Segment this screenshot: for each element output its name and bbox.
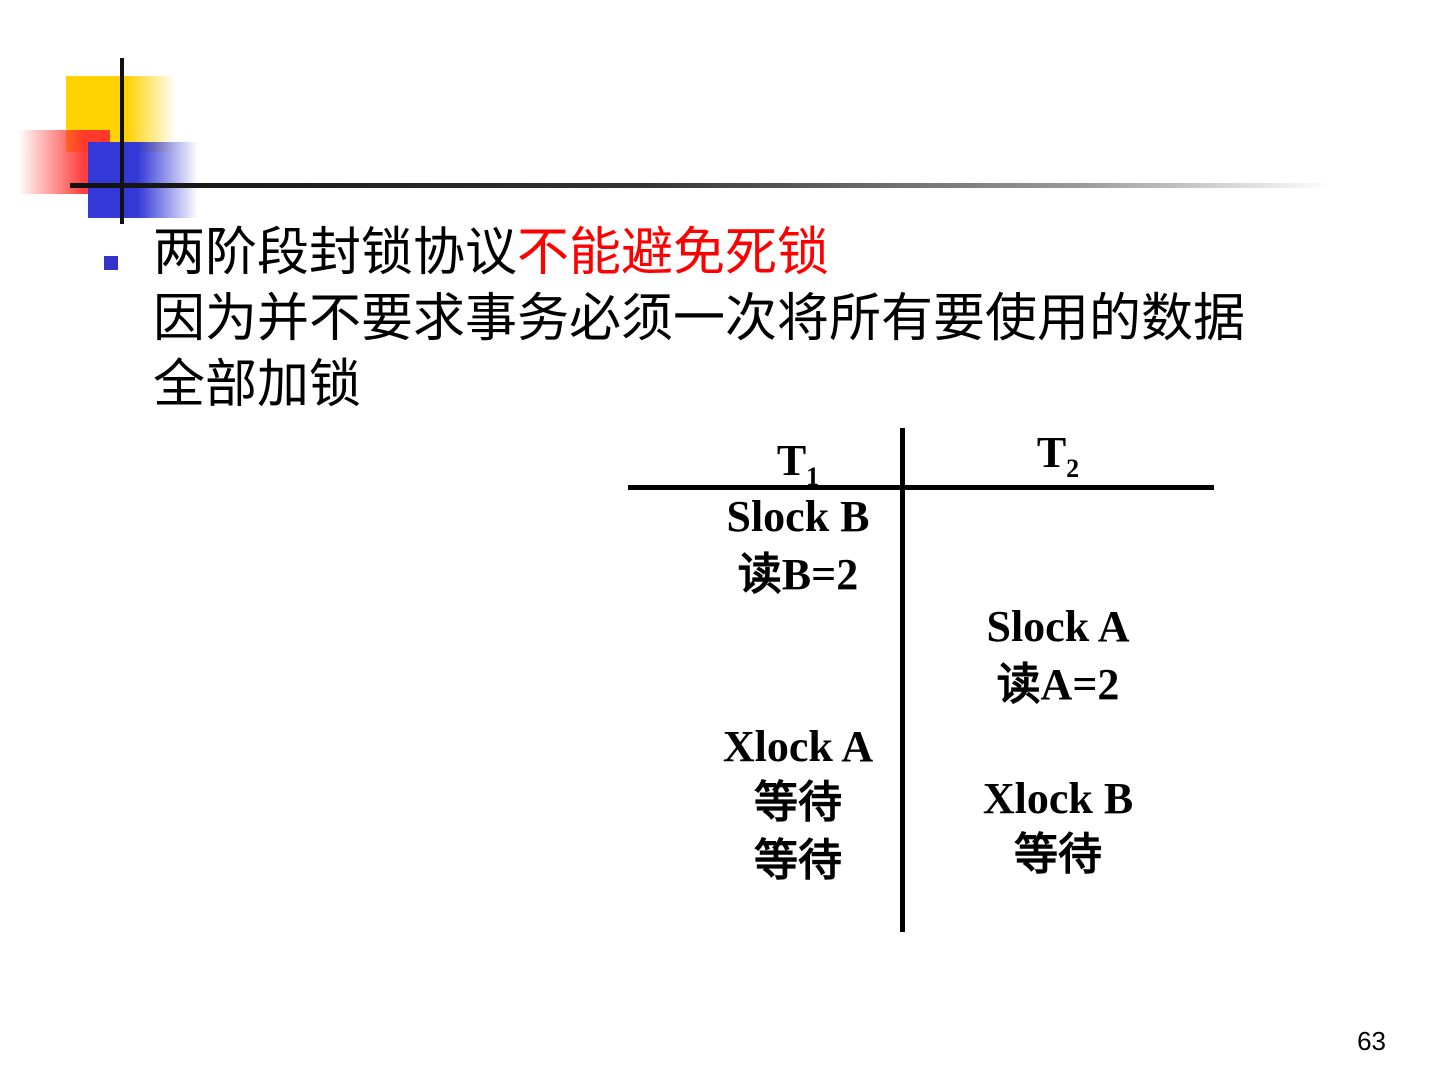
t1-op-slock-b: Slock B	[726, 492, 870, 541]
page-number: 63	[1357, 1026, 1386, 1056]
t2-op-xlock-b: Xlock B	[982, 774, 1134, 823]
t1-op-xlock-a: Xlock A	[722, 722, 874, 771]
bullet-line1-red: 不能避免死锁	[517, 223, 830, 283]
bullet-line2: 因为并不要求事务必须一次将所有要使用的数据	[153, 289, 1246, 349]
t1-op-wait-1: 等待	[754, 778, 842, 827]
bullet-line1-black: 两阶段封锁协议	[153, 223, 518, 283]
t1-op-read-b: 读B=2	[737, 550, 859, 599]
bullet-square-icon	[104, 256, 118, 270]
t2-header: T2	[1036, 428, 1080, 483]
logo-vertical-line	[120, 58, 124, 224]
t1-op-wait-2: 等待	[754, 836, 842, 885]
bullet-line3: 全部加锁	[153, 355, 362, 415]
logo-blue-square	[88, 142, 198, 218]
title-divider	[70, 183, 1330, 188]
t2-op-slock-a: Slock A	[986, 602, 1130, 651]
t2-op-read-a: 读A=2	[996, 660, 1120, 709]
bullet-text: 两阶段封锁协议不能避免死锁 因为并不要求事务必须一次将所有要使用的数据 全部加锁	[153, 220, 1383, 418]
t2-op-wait: 等待	[1014, 830, 1102, 879]
